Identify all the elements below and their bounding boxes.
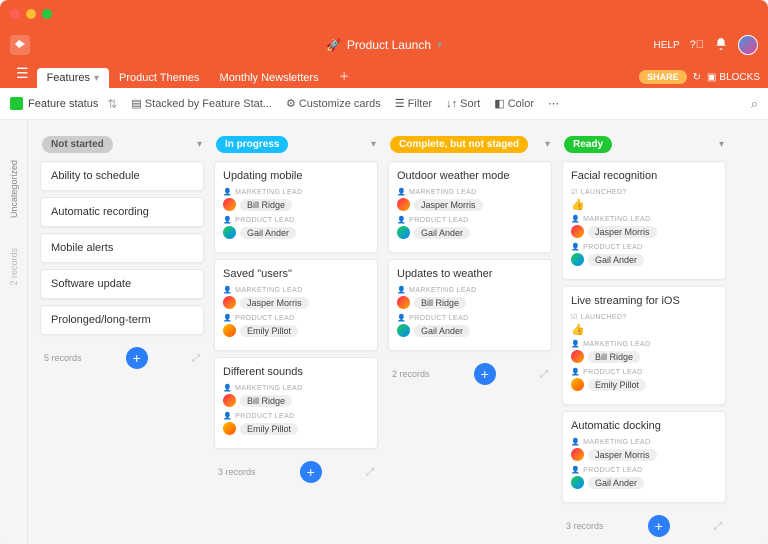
col-not-started: Not started ▾ Ability to schedule Automat…: [40, 132, 204, 532]
expand-icon[interactable]: ⤢: [714, 521, 722, 532]
card[interactable]: Facial recognition ☑LAUNCHED? 👍 👤MARKETI…: [562, 161, 726, 280]
card[interactable]: Updates to weather 👤MARKETING LEAD Bill …: [388, 259, 552, 351]
filter-icon: ☰: [395, 97, 405, 110]
record-count: 5 records: [44, 353, 82, 363]
card[interactable]: Automatic recording: [40, 197, 204, 227]
share-button[interactable]: SHARE: [639, 70, 687, 84]
customize-cards[interactable]: ⚙Customize cards: [286, 97, 381, 110]
card[interactable]: Updating mobile 👤MARKETING LEAD Bill Rid…: [214, 161, 378, 253]
stack-icon: ▤: [131, 97, 141, 110]
col-ready: Ready ▾ Facial recognition ☑LAUNCHED? 👍 👤…: [562, 132, 726, 532]
header: 🚀 Product Launch ▾ HELP ?⃝: [0, 28, 768, 62]
status-pill[interactable]: Complete, but not staged: [390, 136, 528, 153]
thumbs-up-icon: 👍: [571, 198, 717, 211]
record-count: 3 records: [566, 521, 604, 531]
tab-product-themes[interactable]: Product Themes: [109, 68, 210, 88]
card[interactable]: Different sounds 👤MARKETING LEAD Bill Ri…: [214, 357, 378, 449]
add-tab[interactable]: ＋: [329, 64, 360, 88]
more-button[interactable]: ⋯: [548, 97, 559, 110]
expand-icon[interactable]: ⤢: [540, 369, 548, 380]
expand-icon[interactable]: ⤢: [366, 467, 374, 478]
card[interactable]: Outdoor weather mode 👤MARKETING LEAD Jas…: [388, 161, 552, 253]
stacked-by[interactable]: ▤Stacked by Feature Stat...: [131, 97, 272, 110]
record-count: 2 records: [392, 369, 430, 379]
rocket-icon: 🚀: [326, 38, 341, 52]
chevron-down-icon[interactable]: ▾: [197, 139, 202, 150]
sort-button[interactable]: ↓↑Sort: [446, 98, 480, 110]
side-records: 2 records: [9, 248, 19, 286]
tab-newsletters[interactable]: Monthly Newsletters: [210, 68, 329, 88]
app-logo[interactable]: [10, 35, 30, 55]
close-dot[interactable]: [10, 9, 20, 19]
card[interactable]: Software update: [40, 269, 204, 299]
max-dot[interactable]: [42, 9, 52, 19]
sort-icon: ↓↑: [446, 98, 457, 110]
chevron-down-icon[interactable]: ▾: [371, 139, 376, 150]
col-in-progress: In progress ▾ Updating mobile 👤MARKETING …: [214, 132, 378, 532]
card[interactable]: Mobile alerts: [40, 233, 204, 263]
bell-icon[interactable]: [714, 37, 728, 54]
chevron-down-icon[interactable]: ▾: [545, 139, 550, 150]
check-icon: ☑: [571, 188, 578, 196]
status-pill[interactable]: Ready: [564, 136, 612, 153]
view-name[interactable]: Feature status: [28, 98, 98, 110]
base-title[interactable]: Product Launch: [347, 38, 431, 52]
gear-icon: ⚙: [286, 97, 296, 110]
add-card-button[interactable]: +: [126, 347, 148, 369]
record-count: 3 records: [218, 467, 256, 477]
toolbar: Feature status ⇅ ▤Stacked by Feature Stat…: [0, 88, 768, 120]
card[interactable]: Ability to schedule: [40, 161, 204, 191]
collab-icon[interactable]: ⇅: [107, 97, 117, 111]
card[interactable]: Prolonged/long-term: [40, 305, 204, 335]
status-pill[interactable]: In progress: [216, 136, 288, 153]
uncategorized-label[interactable]: Uncategorized: [9, 160, 19, 218]
titlebar: [0, 0, 768, 28]
thumbs-up-icon: 👍: [571, 323, 717, 336]
expand-icon[interactable]: ⤢: [192, 353, 200, 364]
card[interactable]: Live streaming for iOS ☑LAUNCHED? 👍 👤MAR…: [562, 286, 726, 405]
color-button[interactable]: ◧Color: [494, 97, 534, 110]
history-icon[interactable]: ↻: [693, 72, 701, 83]
menu-icon[interactable]: ☰: [8, 65, 37, 88]
search-icon[interactable]: ⌕: [751, 96, 758, 112]
status-pill[interactable]: Not started: [42, 136, 113, 153]
user-avatar[interactable]: [738, 35, 758, 55]
blocks-button[interactable]: ▣BLOCKS: [707, 72, 760, 83]
add-card-button[interactable]: +: [474, 363, 496, 385]
add-card-button[interactable]: +: [300, 461, 322, 483]
tabs-row: ☰ Features▾ Product Themes Monthly Newsl…: [0, 62, 768, 88]
tab-features[interactable]: Features▾: [37, 68, 109, 88]
user-icon: 👤: [223, 216, 232, 224]
card[interactable]: Saved "users" 👤MARKETING LEAD Jasper Mor…: [214, 259, 378, 351]
card[interactable]: Automatic docking 👤MARKETING LEAD Jasper…: [562, 411, 726, 503]
title-chevron-icon[interactable]: ▾: [437, 40, 442, 51]
add-card-button[interactable]: +: [648, 515, 670, 537]
filter-button[interactable]: ☰Filter: [395, 97, 432, 110]
color-icon: ◧: [494, 97, 504, 110]
sidebar: Uncategorized 2 records: [0, 120, 28, 544]
help-link[interactable]: HELP: [654, 40, 680, 51]
chevron-down-icon[interactable]: ▾: [719, 139, 724, 150]
kanban-icon: [10, 97, 23, 110]
min-dot[interactable]: [26, 9, 36, 19]
col-complete: Complete, but not staged ▾ Outdoor weathe…: [388, 132, 552, 532]
user-icon: 👤: [223, 188, 232, 196]
help-icon[interactable]: ?⃝: [690, 39, 704, 51]
